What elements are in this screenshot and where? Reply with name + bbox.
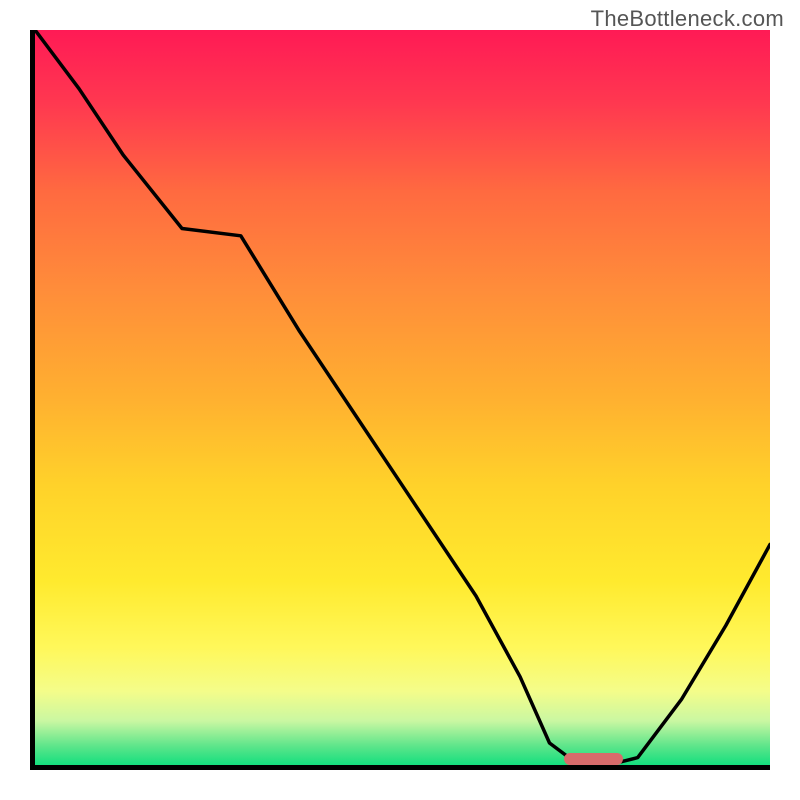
watermark-text: TheBottleneck.com — [591, 6, 784, 32]
plot-area — [30, 30, 770, 770]
bottleneck-curve — [35, 30, 770, 765]
optimal-zone-marker — [564, 753, 623, 765]
chart-container: TheBottleneck.com — [0, 0, 800, 800]
plot-inner — [35, 30, 770, 765]
curve-path — [35, 30, 770, 765]
